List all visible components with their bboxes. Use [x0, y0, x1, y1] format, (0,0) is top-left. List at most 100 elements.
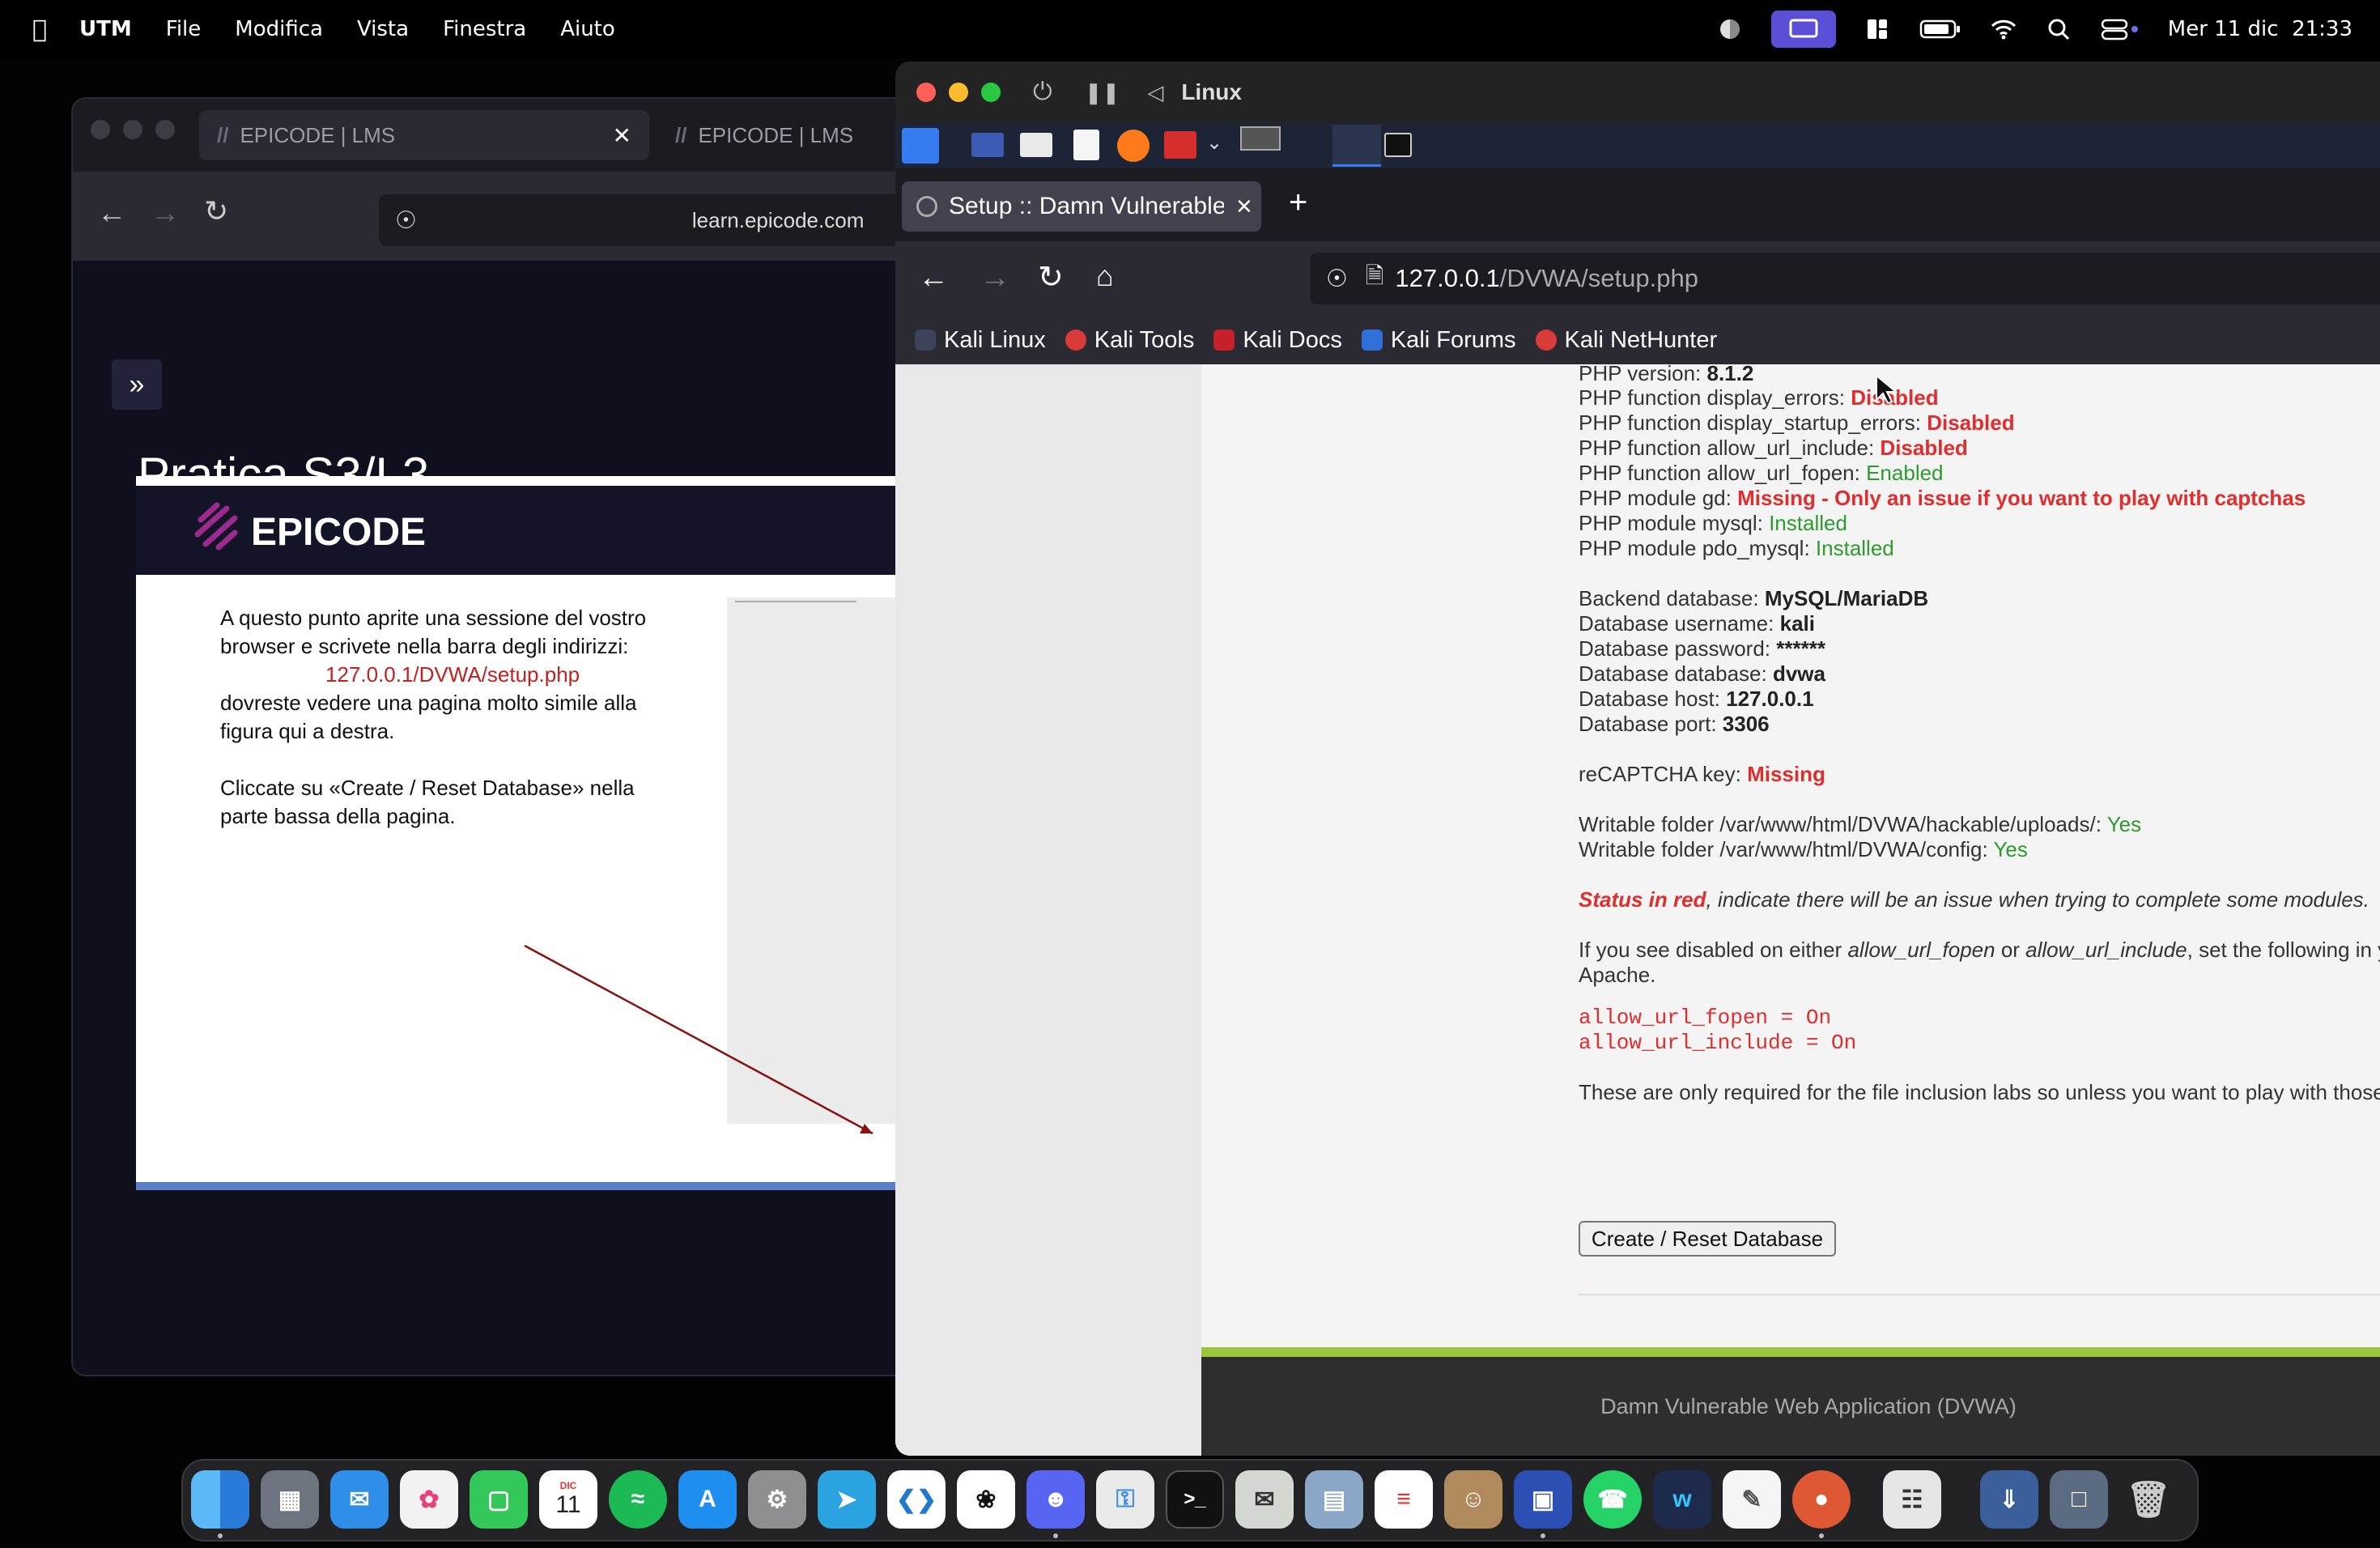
menu-edit[interactable]: Modifica [235, 17, 323, 41]
keychain-icon[interactable]: ⚿ [1096, 1470, 1154, 1529]
focus-icon[interactable] [1716, 17, 1744, 41]
forward-arrow-icon[interactable]: → [980, 261, 1010, 296]
menu-view[interactable]: Vista [357, 17, 409, 41]
calendar-icon[interactable]: DIC 11 [539, 1470, 597, 1529]
photos-icon[interactable]: ✿ [400, 1470, 458, 1529]
battery-icon[interactable] [1919, 17, 1962, 41]
bookmark-kali-linux[interactable]: Kali Linux [915, 327, 1046, 354]
clock[interactable]: Mer 11 dic 21:33 [2168, 17, 2352, 41]
bookmark-kali-forums[interactable]: Kali Forums [1361, 326, 1516, 354]
screen-share-icon[interactable] [1770, 11, 1836, 48]
tab-epicode-2[interactable]: // EPICODE | LMS [657, 110, 928, 160]
menu-window[interactable]: Finestra [443, 17, 526, 41]
vscode-icon[interactable]: ❮❯ [887, 1470, 946, 1529]
shield-icon[interactable]: ☉ [1326, 265, 1348, 293]
whatsapp-icon[interactable]: ☎ [1583, 1470, 1642, 1529]
dvwa-page: PHP version: 8.1.2 PHP function display_… [895, 361, 2380, 1456]
workspace-1-icon[interactable] [1240, 126, 1281, 151]
reload-icon[interactable]: ↻ [204, 194, 228, 228]
wifi-icon[interactable] [1990, 17, 2017, 41]
utm-vm-icon[interactable]: ☷ [1883, 1470, 1941, 1529]
status-note: Status in red, indicate there will be an… [1579, 887, 2369, 912]
terminal-window-icon[interactable] [1384, 133, 1412, 157]
preview-icon[interactable]: ▤ [1305, 1470, 1363, 1529]
minimize-window-button[interactable] [949, 83, 968, 102]
shield-icon[interactable]: ☉ [395, 206, 417, 235]
textedit-icon[interactable]: ✎ [1723, 1470, 1781, 1529]
back-arrow-icon[interactable]: ← [918, 261, 949, 296]
footer-accent [1201, 1347, 2380, 1357]
downloads-stack-icon[interactable]: ⇓ [1980, 1470, 2038, 1529]
system-settings-icon[interactable]: ⚙ [748, 1470, 806, 1529]
sidebar-toggle-button[interactable]: » [112, 359, 162, 410]
window-tiling-icon[interactable] [1864, 17, 1891, 41]
menu-app-name[interactable]: UTM [79, 17, 132, 41]
tab-epicode-1[interactable]: // EPICODE | LMS ✕ [199, 110, 649, 160]
zoom-window-button[interactable] [981, 83, 1001, 102]
facetime-icon[interactable]: ▢ [470, 1470, 528, 1529]
trash-icon[interactable]: 🗑 [2119, 1470, 2178, 1529]
kali-dragon-icon [915, 330, 936, 351]
contacts-icon[interactable]: ☺ [1444, 1470, 1502, 1529]
epicode-browser-window: // EPICODE | LMS ✕ // EPICODE | LMS ← → … [71, 97, 929, 1376]
close-tab-icon[interactable]: ✕ [1235, 194, 1253, 219]
bookmark-label: Kali Forums [1390, 326, 1516, 353]
minimize-window-button[interactable] [123, 120, 142, 139]
chatgpt-icon[interactable]: ❀ [957, 1470, 1015, 1529]
desktop-icon[interactable] [971, 133, 1004, 157]
bookmark-kali-docs[interactable]: Kali Docs [1213, 327, 1342, 354]
close-window-button[interactable] [916, 83, 936, 102]
utm-icon[interactable]: ▣ [1514, 1470, 1572, 1529]
apple-icon[interactable]:  [32, 15, 47, 44]
create-reset-database-button[interactable]: Create / Reset Database [1579, 1221, 1836, 1257]
terminal-red-icon[interactable] [1164, 131, 1196, 159]
launchpad-icon[interactable]: ▦ [261, 1470, 319, 1529]
calendar-month: DIC [559, 1480, 577, 1491]
kali-menu-icon[interactable] [902, 128, 939, 164]
duckduckgo-icon[interactable]: ● [1792, 1470, 1851, 1529]
finder-icon[interactable] [191, 1470, 249, 1529]
control-center-icon[interactable] [2100, 17, 2140, 41]
home-icon[interactable]: ⌂ [1096, 259, 1114, 293]
tab-dvwa-setup[interactable]: Setup :: Damn Vulnerable ✕ [902, 181, 1261, 232]
firefox-launcher-icon[interactable] [1117, 130, 1150, 162]
dvwa-footer: Damn Vulnerable Web Application (DVWA) [1201, 1357, 2380, 1456]
apache-note: Apache. [1579, 963, 1656, 987]
back-arrow-icon[interactable]: ← [97, 196, 126, 230]
mail-icon[interactable]: ✉ [330, 1470, 389, 1529]
address-bar[interactable]: ☉ learn.epicode.com [379, 194, 928, 246]
menu-help[interactable]: Aiuto [560, 17, 615, 41]
reload-icon[interactable]: ↻ [1038, 259, 1064, 296]
kali-taskbar: ⌄ [895, 123, 2380, 168]
forward-arrow-icon[interactable]: → [151, 196, 180, 230]
bookmark-kali-tools[interactable]: Kali Tools [1065, 327, 1194, 354]
tab-bar: // EPICODE | LMS ✕ // EPICODE | LMS [73, 99, 928, 172]
slide-progress-bar [136, 1182, 928, 1190]
db-username-row: Database username: kali [1579, 611, 1815, 636]
menu-file[interactable]: File [166, 17, 202, 41]
screenshots-stack-icon[interactable]: □ [2050, 1470, 2108, 1529]
power-icon[interactable]: ⏻ [1033, 79, 1052, 106]
close-window-button[interactable] [91, 120, 110, 139]
terminal-icon[interactable]: >_ [1166, 1470, 1224, 1529]
bookmark-kali-nethunter[interactable]: Kali NetHunter [1535, 327, 1717, 354]
search-icon[interactable] [2045, 17, 2072, 41]
close-tab-icon[interactable]: ✕ [613, 122, 631, 149]
zoom-window-button[interactable] [155, 120, 175, 139]
app-store-icon[interactable]: A [678, 1470, 737, 1529]
workspace-2-icon[interactable] [1286, 126, 1321, 162]
telegram-icon[interactable]: ➤ [818, 1470, 876, 1529]
discord-icon[interactable]: ☻ [1026, 1470, 1085, 1529]
reminders-icon[interactable]: ≡ [1375, 1470, 1433, 1529]
activity-monitor-icon[interactable]: ✉ [1235, 1470, 1294, 1529]
firefox-window-icon[interactable] [1332, 125, 1381, 167]
files-icon[interactable] [1020, 133, 1052, 157]
chevron-down-icon[interactable]: ⌄ [1206, 131, 1222, 155]
webex-icon[interactable]: w [1653, 1470, 1711, 1529]
spotify-icon[interactable]: ≈ [609, 1470, 667, 1529]
pause-icon[interactable]: ❚❚ [1085, 80, 1120, 105]
text-editor-icon[interactable] [1073, 130, 1099, 160]
new-tab-button[interactable]: + [1289, 185, 1307, 221]
back-triangle-icon[interactable]: ◁ [1147, 80, 1163, 105]
firefox-address-bar[interactable]: ☉ 🗎 127.0.0.1/DVWA/setup.php [1310, 253, 2380, 304]
